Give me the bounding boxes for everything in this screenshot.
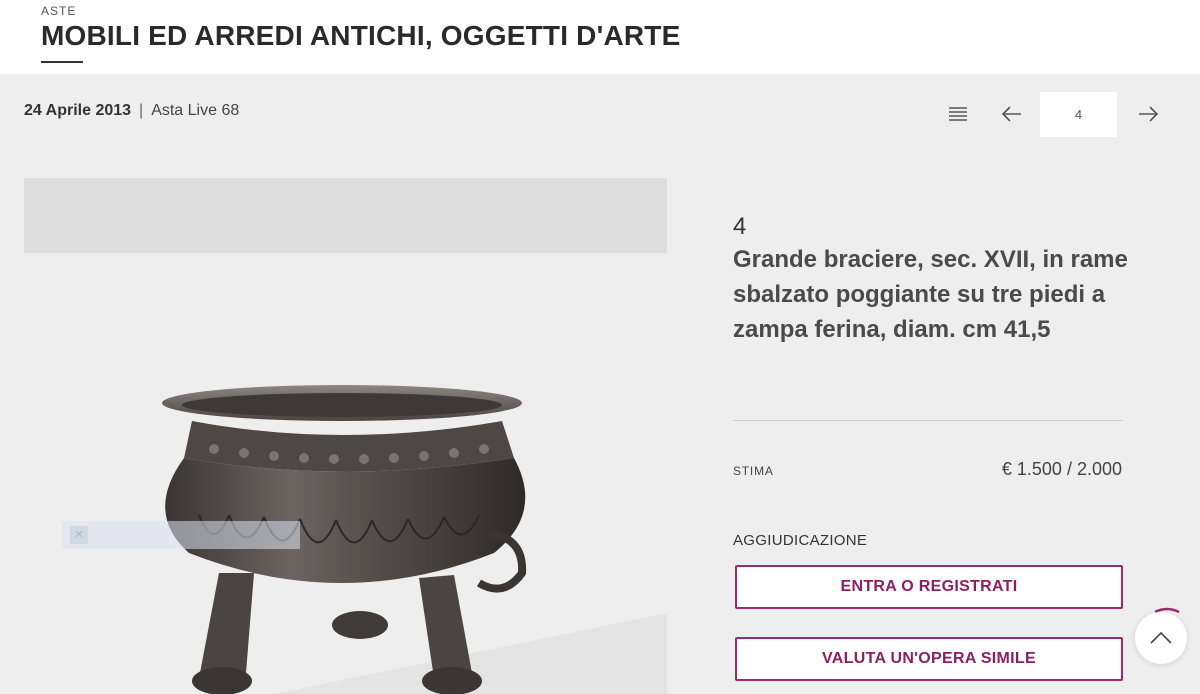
estimate-label: STIMA <box>733 464 774 478</box>
scroll-to-top-button[interactable] <box>1135 612 1187 664</box>
meta-separator: | <box>139 102 144 119</box>
page-header: ASTE MOBILI ED ARREDI ANTICHI, OGGETTI D… <box>0 0 1200 74</box>
lot-title: Grande braciere, sec. XVII, in rame sbal… <box>733 246 1128 343</box>
title-underline <box>41 61 83 63</box>
chevron-up-icon <box>1150 631 1172 644</box>
image-gallery-bar <box>24 178 667 253</box>
lot-navigation <box>920 92 1200 137</box>
lot-image[interactable]: ✕ <box>24 253 667 694</box>
caption-overlay: ✕ <box>62 521 300 549</box>
estimate-value: € 1.500 / 2.000 <box>1001 459 1122 479</box>
auction-date: 24 Aprile 2013 <box>24 102 132 119</box>
arrow-left-icon[interactable] <box>998 100 1026 128</box>
list-icon[interactable] <box>946 102 970 126</box>
brazier-photo <box>162 385 667 694</box>
page-number-input[interactable] <box>1040 92 1117 137</box>
lot-number: 4 <box>733 213 747 240</box>
auction-event-link[interactable]: Asta Live 68 <box>151 102 239 120</box>
section-kicker[interactable]: ASTE <box>41 4 76 18</box>
page-title: MOBILI ED ARREDI ANTICHI, OGGETTI D'ARTE <box>41 20 681 51</box>
divider <box>733 420 1123 421</box>
close-icon: ✕ <box>70 526 88 544</box>
award-label: AGGIUDICAZIONE <box>733 532 868 549</box>
register-button[interactable]: ENTRA O REGISTRATI <box>735 565 1123 609</box>
auction-meta: 24 Aprile 2013 | Asta Live 68 <box>24 102 239 120</box>
valuate-similar-button[interactable]: VALUTA UN'OPERA SIMILE <box>735 637 1123 681</box>
arrow-right-icon[interactable] <box>1134 100 1162 128</box>
